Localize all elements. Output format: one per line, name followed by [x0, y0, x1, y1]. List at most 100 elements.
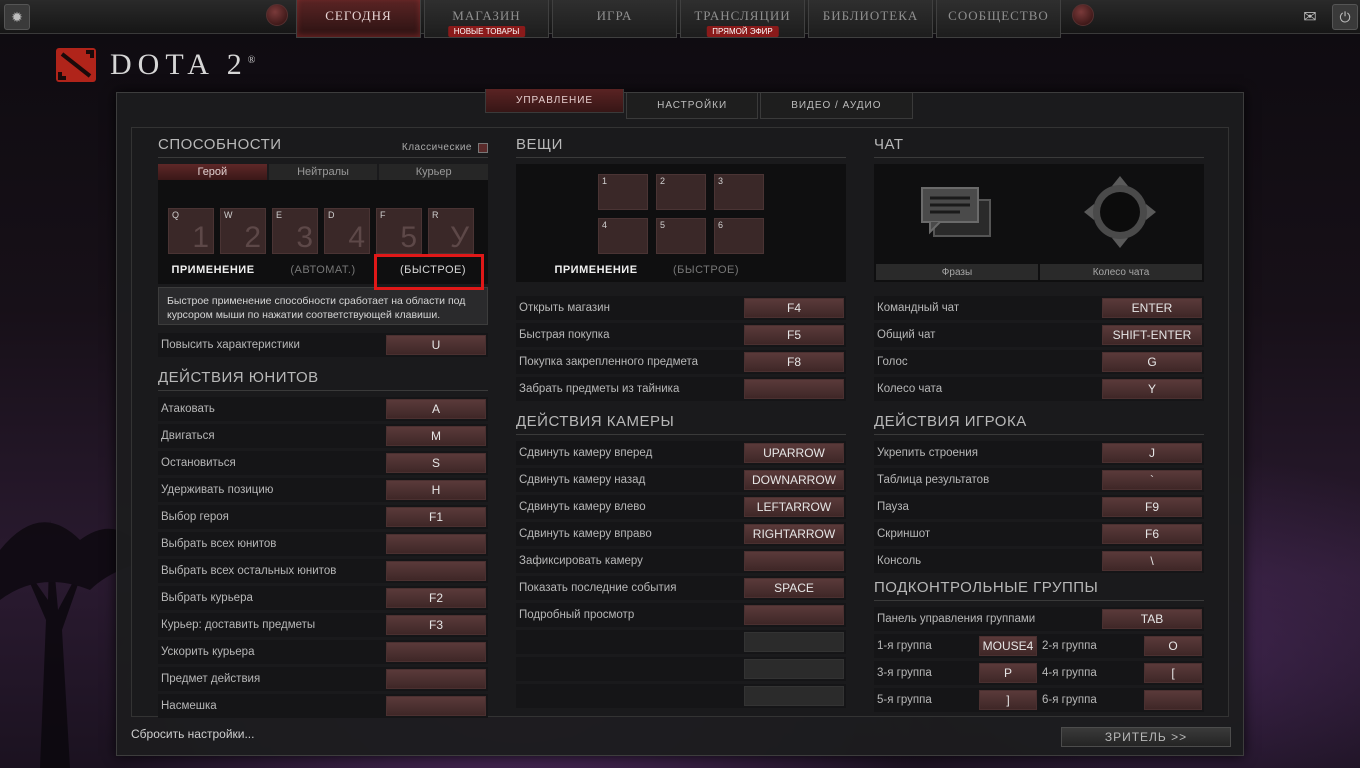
- ability-slot[interactable]: D4: [324, 208, 370, 254]
- nav-tab-store[interactable]: МАГАЗИН НОВЫЕ ТОВАРЫ: [424, 0, 549, 38]
- dota2-logo: DOTA 2®: [56, 48, 261, 82]
- hotkey-button[interactable]: DOWNARROW: [744, 470, 844, 490]
- hotkey-button[interactable]: [386, 642, 486, 662]
- hotkey-button[interactable]: MOUSE4: [979, 636, 1037, 656]
- hotkey-button[interactable]: H: [386, 480, 486, 500]
- hotkey-button[interactable]: [744, 659, 844, 679]
- nav-tab-play[interactable]: ИГРА: [552, 0, 677, 38]
- power-icon[interactable]: ⏻: [1332, 4, 1358, 30]
- hotkey-button[interactable]: [744, 379, 844, 399]
- hotkey-button[interactable]: G: [1102, 352, 1202, 372]
- hotkey-button[interactable]: J: [1102, 443, 1202, 463]
- item-slot[interactable]: 3: [714, 174, 764, 210]
- ability-slot[interactable]: Q1: [168, 208, 214, 254]
- hotkey-button[interactable]: P: [979, 663, 1037, 683]
- nav-tab-community[interactable]: СООБЩЕСТВО: [936, 0, 1061, 38]
- classic-checkbox[interactable]: [478, 142, 488, 153]
- keybind-row: Пауза F9: [874, 495, 1204, 519]
- hotkey-button[interactable]: F1: [386, 507, 486, 527]
- hotkey-button[interactable]: F9: [1102, 497, 1202, 517]
- keybind-row: Сдвинуть камеру назад DOWNARROW: [516, 468, 846, 492]
- nav-tab-watch[interactable]: ТРАНСЛЯЦИИ ПРЯМОЙ ЭФИР: [680, 0, 805, 38]
- column-items: ВЕЩИ 1 2 3 4 5 6 ПРИМЕНЕНИЕ (БЫСТРОЕ) От…: [516, 136, 846, 711]
- hotkey-button[interactable]: LEFTARROW: [744, 497, 844, 517]
- hotkey-button[interactable]: `: [1102, 470, 1202, 490]
- hotkey-button[interactable]: ]: [979, 690, 1037, 710]
- hotkey-button[interactable]: [744, 551, 844, 571]
- hotkey-button[interactable]: [744, 632, 844, 652]
- hotkey-button[interactable]: F3: [386, 615, 486, 635]
- row-label: Повысить характеристики: [161, 339, 300, 351]
- tab-controls[interactable]: УПРАВЛЕНИЕ: [485, 89, 625, 113]
- hotkey-button[interactable]: F2: [386, 588, 486, 608]
- spectator-button[interactable]: ЗРИТЕЛЬ >>: [1061, 727, 1231, 747]
- nav-tab-label: ИГРА: [596, 8, 633, 23]
- hotkey-button[interactable]: [744, 686, 844, 706]
- ability-slot[interactable]: RУ: [428, 208, 474, 254]
- control-group-row: 3-я группа P 4-я группа [: [874, 661, 1204, 685]
- classic-toggle[interactable]: Классические: [402, 142, 488, 153]
- item-mode-quick[interactable]: (БЫСТРОЕ): [646, 264, 766, 276]
- hotkey-button[interactable]: F4: [744, 298, 844, 318]
- hotkey-button[interactable]: \: [1102, 551, 1202, 571]
- hotkey-button[interactable]: U: [386, 335, 486, 355]
- ability-slot[interactable]: F5: [376, 208, 422, 254]
- keybind-row: Сдвинуть камеру влево LEFTARROW: [516, 495, 846, 519]
- hotkey-button[interactable]: [386, 561, 486, 581]
- items-keys-list: Открыть магазин F4 Быстрая покупка F5 Покупк…: [516, 296, 846, 401]
- group-label: 4-я группа: [1042, 667, 1097, 679]
- subtab-hero[interactable]: Герой: [158, 164, 267, 180]
- item-slot[interactable]: 1: [598, 174, 648, 210]
- ability-slots: Q1 W2 E3 D4 F5 RУ: [168, 208, 474, 254]
- item-slot[interactable]: 5: [656, 218, 706, 254]
- hotkey-button[interactable]: UPARROW: [744, 443, 844, 463]
- chat-buttons: Фразы Колесо чата: [876, 264, 1202, 280]
- logo-text: DOTA 2®: [110, 48, 262, 81]
- hotkey-button[interactable]: RIGHTARROW: [744, 524, 844, 544]
- hotkey-button[interactable]: TAB: [1102, 609, 1202, 629]
- upgrade-stats-row: Повысить характеристики U: [158, 333, 488, 357]
- tab-video-audio[interactable]: ВИДЕО / АУДИО: [760, 93, 913, 119]
- hotkey-button[interactable]: [386, 669, 486, 689]
- row-label: Атаковать: [161, 403, 215, 415]
- hotkey-button[interactable]: S: [386, 453, 486, 473]
- keybind-row: Выбрать всех остальных юнитов: [158, 559, 488, 583]
- subtab-courier[interactable]: Курьер: [379, 164, 489, 180]
- hotkey-button[interactable]: ENTER: [1102, 298, 1202, 318]
- hotkey-button[interactable]: Y: [1102, 379, 1202, 399]
- ability-slot[interactable]: W2: [220, 208, 266, 254]
- reset-settings-link[interactable]: Сбросить настройки...: [131, 727, 254, 741]
- keybind-row: Забрать предметы из тайника: [516, 377, 846, 401]
- mode-auto[interactable]: (АВТОМАТ.): [268, 264, 378, 276]
- mail-icon[interactable]: ✉: [1296, 4, 1324, 30]
- hotkey-button[interactable]: F5: [744, 325, 844, 345]
- item-slot[interactable]: 4: [598, 218, 648, 254]
- hotkey-button[interactable]: M: [386, 426, 486, 446]
- item-mode-normal[interactable]: ПРИМЕНЕНИЕ: [516, 264, 646, 276]
- mode-normal[interactable]: ПРИМЕНЕНИЕ: [158, 264, 268, 276]
- tab-options[interactable]: НАСТРОЙКИ: [626, 93, 759, 119]
- subtab-neutrals[interactable]: Нейтралы: [268, 164, 378, 180]
- hotkey-button[interactable]: A: [386, 399, 486, 419]
- ability-slot[interactable]: E3: [272, 208, 318, 254]
- hotkey-button[interactable]: [386, 534, 486, 554]
- item-slot[interactable]: 2: [656, 174, 706, 210]
- hotkey-button[interactable]: O: [1144, 636, 1202, 656]
- settings-gear-icon[interactable]: ✹: [4, 4, 30, 30]
- hotkey-button[interactable]: F8: [744, 352, 844, 372]
- hotkey-button[interactable]: [1144, 690, 1202, 710]
- hotkey-button[interactable]: SHIFT-ENTER: [1102, 325, 1202, 345]
- player-actions-title: ДЕЙСТВИЯ ИГРОКА: [874, 413, 1204, 435]
- hotkey-button[interactable]: SPACE: [744, 578, 844, 598]
- main-nav: СЕГОДНЯ МАГАЗИН НОВЫЕ ТОВАРЫ ИГРА ТРАНСЛ…: [296, 0, 1061, 40]
- chat-wheel-button[interactable]: Колесо чата: [1040, 264, 1202, 280]
- item-slot[interactable]: 6: [714, 218, 764, 254]
- hotkey-button[interactable]: [744, 605, 844, 625]
- keybind-row: Ускорить курьера: [158, 640, 488, 664]
- hotkey-button[interactable]: [: [1144, 663, 1202, 683]
- nav-tab-library[interactable]: БИБЛИОТЕКА: [808, 0, 933, 38]
- hotkey-button[interactable]: [386, 696, 486, 716]
- phrases-button[interactable]: Фразы: [876, 264, 1038, 280]
- hotkey-button[interactable]: F6: [1102, 524, 1202, 544]
- nav-tab-today[interactable]: СЕГОДНЯ: [296, 0, 421, 38]
